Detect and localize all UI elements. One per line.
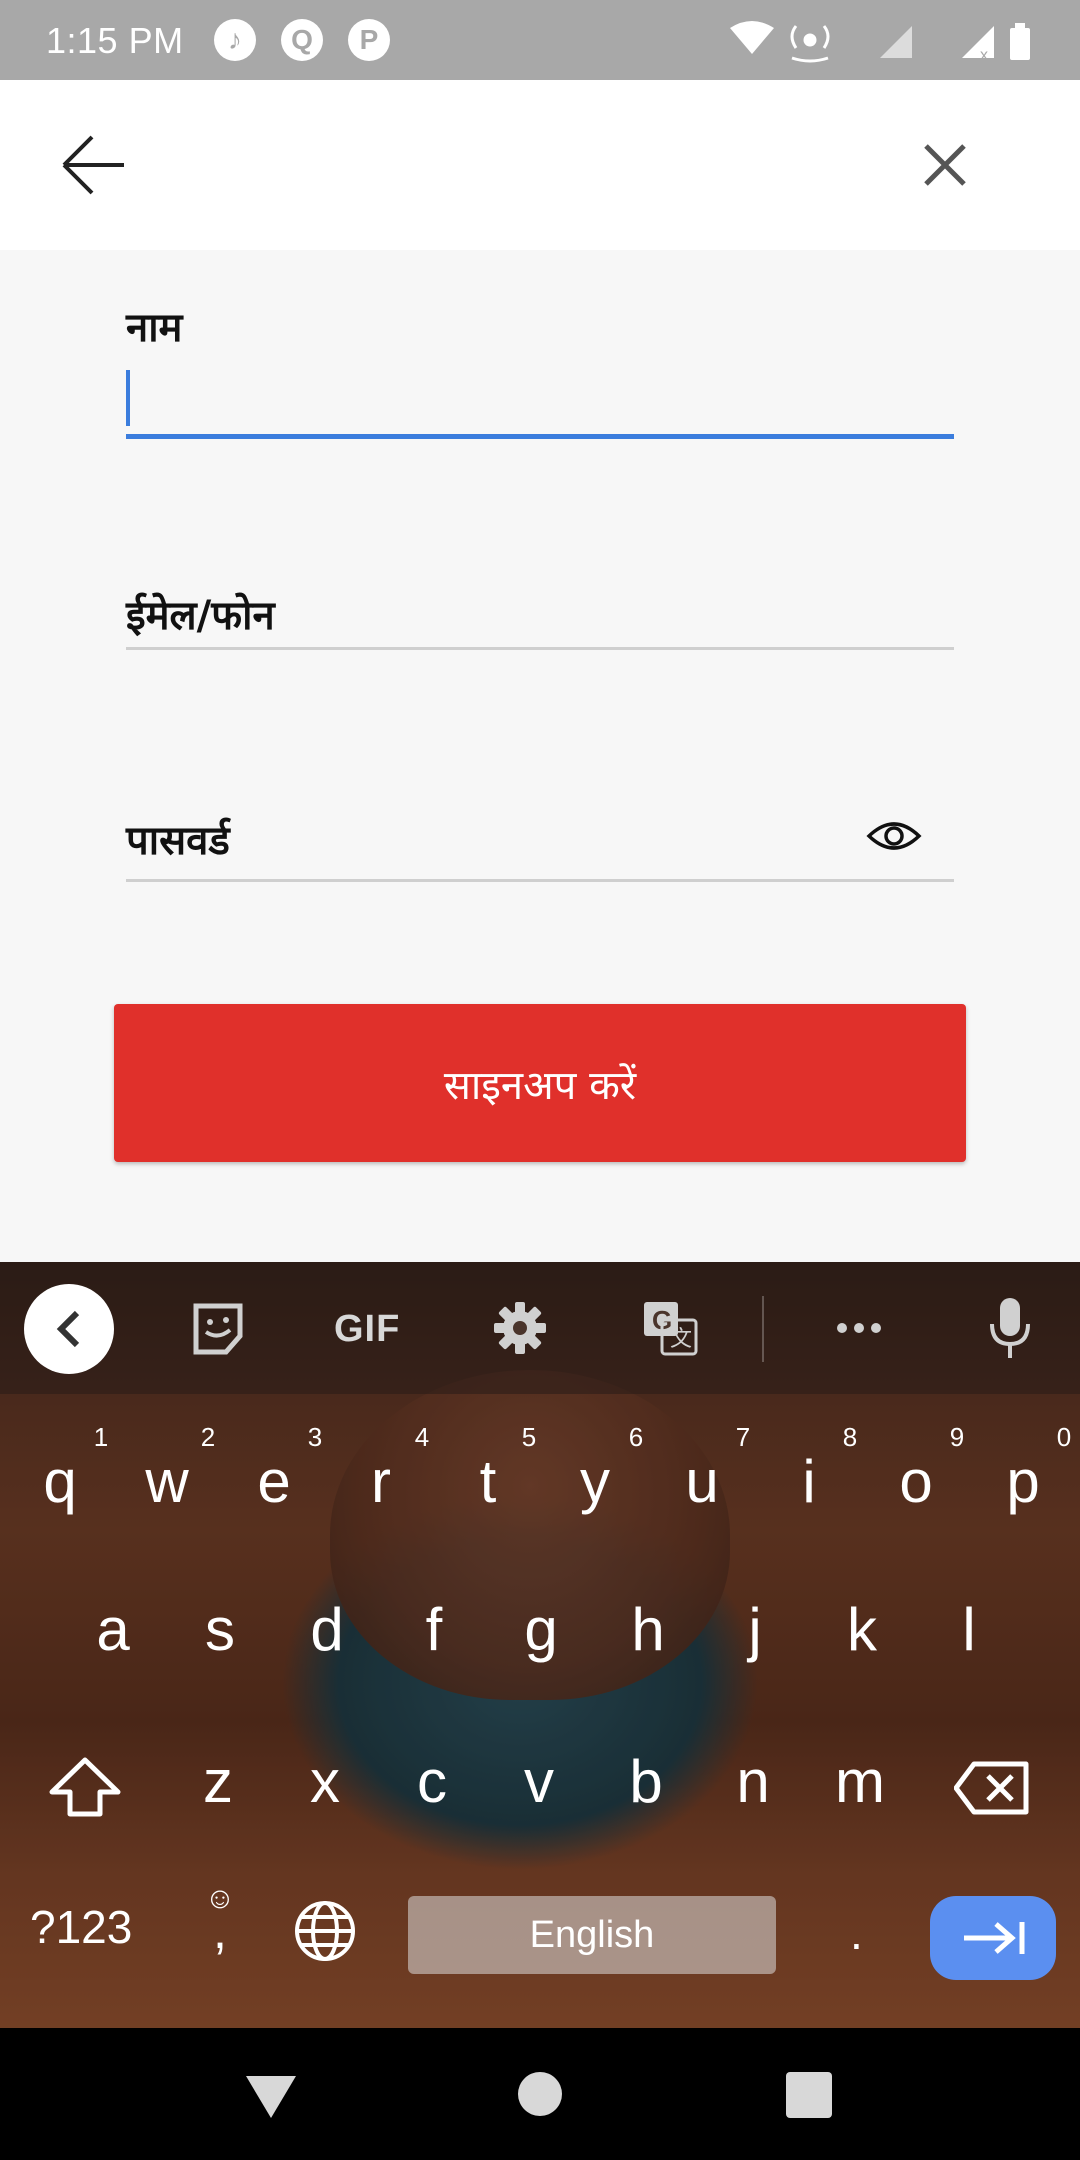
system-nav-bar <box>0 2028 1080 2160</box>
status-bar: 1:15 PM ♪ Q P x <box>0 0 1080 80</box>
key-b[interactable]: b <box>596 1742 696 1822</box>
nav-home-icon[interactable] <box>518 2072 562 2116</box>
signal-icon <box>880 26 912 58</box>
chevron-left-icon <box>56 1310 80 1348</box>
spacebar-key[interactable]: English <box>408 1896 776 1974</box>
collapse-toolbar-button[interactable] <box>24 1284 114 1374</box>
key-hint-w: 2 <box>200 1422 216 1452</box>
emoji-comma-key[interactable]: ☺ , <box>200 1884 240 1959</box>
key-u[interactable]: u <box>652 1442 752 1522</box>
key-q[interactable]: q <box>10 1442 110 1522</box>
password-underline <box>126 879 954 882</box>
key-v[interactable]: v <box>489 1742 589 1822</box>
microphone-icon[interactable] <box>986 1296 1034 1362</box>
eye-icon[interactable] <box>866 816 922 856</box>
key-hint-y: 6 <box>628 1422 644 1452</box>
hotspot-icon <box>790 25 830 63</box>
key-hint-r: 4 <box>414 1422 430 1452</box>
key-p[interactable]: p <box>973 1442 1073 1522</box>
name-underline <box>126 434 954 439</box>
gif-button[interactable]: GIF <box>334 1308 400 1351</box>
search-app-icon: Q <box>281 19 323 61</box>
key-j[interactable]: j <box>705 1590 805 1670</box>
key-n[interactable]: n <box>703 1742 803 1822</box>
battery-icon <box>1010 23 1030 60</box>
key-z[interactable]: z <box>168 1742 268 1822</box>
key-hint-t: 5 <box>521 1422 537 1452</box>
key-hint-u: 7 <box>735 1422 751 1452</box>
settings-gear-icon[interactable] <box>494 1302 546 1354</box>
tab-arrow-icon <box>964 1922 1025 1954</box>
key-g[interactable]: g <box>491 1590 591 1670</box>
translate-icon[interactable]: G 文 <box>642 1300 698 1356</box>
more-options-icon[interactable] <box>834 1318 884 1338</box>
key-hint-e: 3 <box>307 1422 323 1452</box>
key-s[interactable]: s <box>170 1590 270 1670</box>
key-y[interactable]: y <box>545 1442 645 1522</box>
key-c[interactable]: c <box>382 1742 482 1822</box>
toolbar-divider <box>762 1296 764 1362</box>
key-r[interactable]: r <box>331 1442 431 1522</box>
sticker-icon[interactable] <box>192 1302 244 1356</box>
parking-app-icon: P <box>348 19 390 61</box>
key-t[interactable]: t <box>438 1442 538 1522</box>
svg-text:文: 文 <box>670 1327 692 1352</box>
next-field-key[interactable] <box>930 1896 1056 1980</box>
email-phone-label[interactable]: ईमेल/फोन <box>126 586 275 641</box>
signup-button[interactable]: साइनअप करें <box>114 1004 966 1162</box>
backspace-icon[interactable] <box>954 1760 1030 1816</box>
key-hint-i: 8 <box>842 1422 858 1452</box>
shift-icon[interactable] <box>48 1756 122 1818</box>
key-d[interactable]: d <box>277 1590 377 1670</box>
key-hint-q: 1 <box>93 1422 109 1452</box>
key-w[interactable]: w <box>117 1442 217 1522</box>
period-key[interactable]: . <box>850 1906 863 1960</box>
text-cursor <box>126 370 130 426</box>
back-arrow-icon[interactable] <box>58 132 128 198</box>
wifi-icon <box>730 21 774 54</box>
key-m[interactable]: m <box>810 1742 910 1822</box>
key-a[interactable]: a <box>63 1590 163 1670</box>
symbols-key[interactable]: ?123 <box>30 1900 132 1954</box>
key-x[interactable]: x <box>275 1742 375 1822</box>
key-o[interactable]: o <box>866 1442 966 1522</box>
svg-text:x: x <box>980 47 988 64</box>
key-e[interactable]: e <box>224 1442 324 1522</box>
name-input[interactable] <box>126 366 954 432</box>
key-i[interactable]: i <box>759 1442 859 1522</box>
comma-label: , <box>213 1903 227 1959</box>
music-icon: ♪ <box>214 19 256 61</box>
close-icon[interactable] <box>920 140 970 190</box>
key-k[interactable]: k <box>812 1590 912 1670</box>
globe-icon[interactable] <box>292 1898 358 1964</box>
signal-no-data-icon: x <box>962 26 994 64</box>
email-phone-underline <box>126 647 954 650</box>
password-label[interactable]: पासवर्ड <box>126 811 230 866</box>
key-l[interactable]: l <box>919 1590 1019 1670</box>
status-time: 1:15 PM <box>46 20 184 61</box>
key-h[interactable]: h <box>598 1590 698 1670</box>
key-hint-o: 9 <box>949 1422 965 1452</box>
nav-back-icon[interactable] <box>244 2072 298 2120</box>
key-hint-p: 0 <box>1056 1422 1072 1452</box>
key-f[interactable]: f <box>384 1590 484 1670</box>
nav-recents-icon[interactable] <box>786 2072 832 2118</box>
app-bar <box>0 80 1080 250</box>
status-icons: x <box>730 21 1030 64</box>
name-label: नाम <box>126 305 183 351</box>
